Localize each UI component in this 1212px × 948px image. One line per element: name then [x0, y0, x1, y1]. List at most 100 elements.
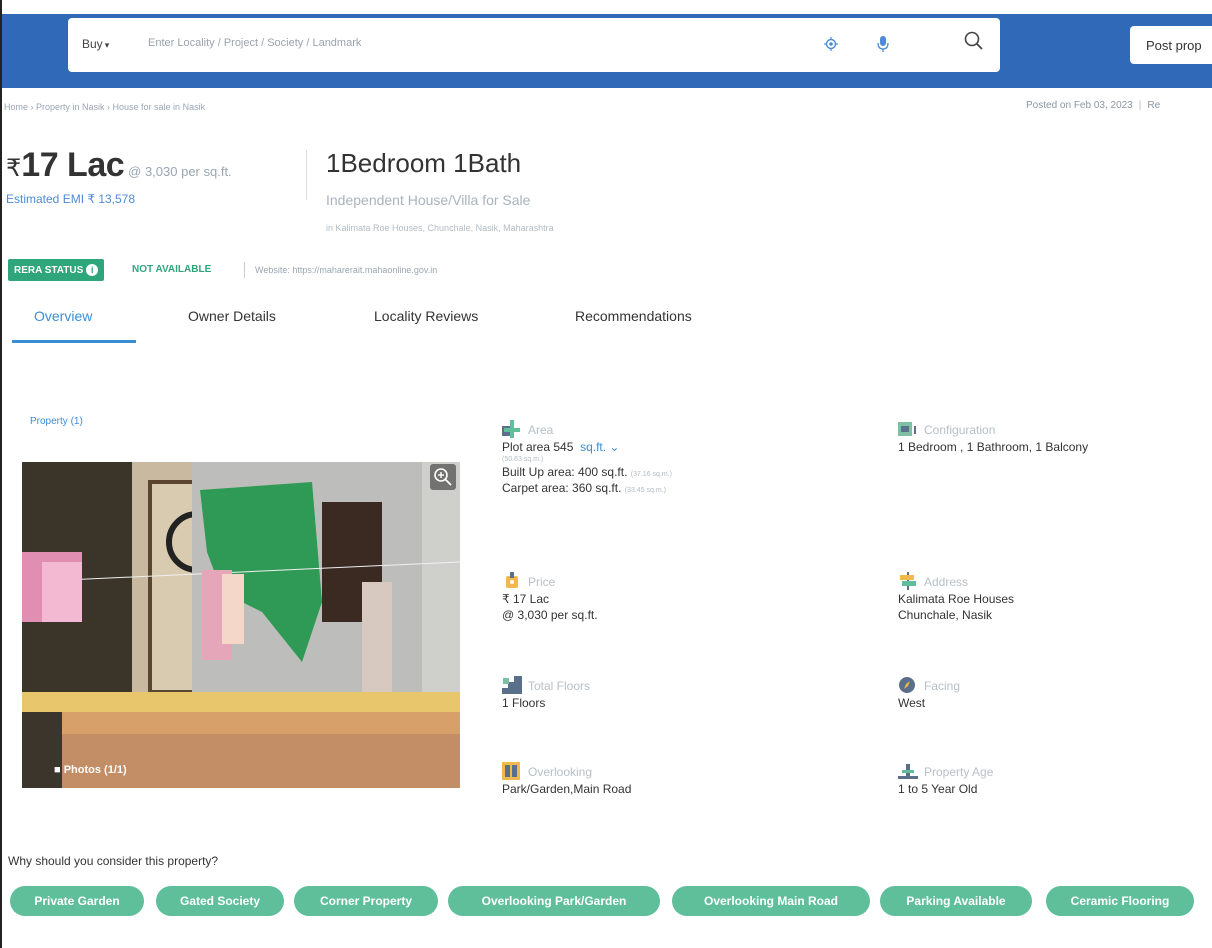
- compass-icon: [899, 677, 915, 693]
- detail-address-heading: Address: [898, 572, 1198, 590]
- floors-value: 1 Floors: [502, 696, 546, 710]
- section-tabs: Overview Owner Details Locality Reviews …: [12, 300, 1212, 344]
- info-icon[interactable]: i: [86, 264, 99, 276]
- detail-address: Address Kalimata Roe Houses Chunchale, N…: [898, 572, 1198, 622]
- divider: [244, 262, 245, 278]
- floors-label: Total Floors: [528, 679, 591, 693]
- property-count: Property (1): [30, 416, 83, 427]
- image-icon: ■: [54, 764, 64, 776]
- property-type: Independent House/Villa for Sale: [326, 192, 531, 208]
- active-tab-indicator: [12, 340, 136, 343]
- rera-website[interactable]: Website: https://maharerait.mahaonline.g…: [255, 265, 437, 275]
- buy-dropdown[interactable]: Buy ▾: [82, 37, 109, 51]
- tab-owner-details[interactable]: Owner Details: [188, 308, 276, 324]
- price-value: ₹ 17 Lac: [502, 592, 549, 606]
- property-page: Buy ▾ Enter Locality / Project / Society …: [0, 0, 1212, 948]
- floors-icon: [502, 676, 522, 694]
- detail-floors-heading: Total Floors: [502, 676, 802, 694]
- divider: [306, 150, 307, 200]
- configuration-label: Configuration: [924, 423, 996, 437]
- microphone-icon[interactable]: [876, 35, 890, 53]
- plot-area-value: Plot area 545: [502, 440, 574, 454]
- tab-overview[interactable]: Overview: [34, 308, 92, 324]
- hourglass-icon: [898, 764, 918, 779]
- photos-count-button[interactable]: ■ Photos (1/1): [54, 764, 127, 776]
- tab-recommendations[interactable]: Recommendations: [575, 308, 692, 324]
- overlooking-value: Park/Garden,Main Road: [502, 782, 632, 796]
- chevron-down-icon: ▾: [104, 40, 110, 50]
- location-target-icon[interactable]: [824, 37, 838, 51]
- detail-age-heading: Property Age: [898, 762, 1198, 780]
- built-up-area: Built Up area: 400 sq.ft. (37.16 sq.m.): [502, 465, 802, 479]
- address-line-2: Chunchale, Nasik: [898, 608, 993, 622]
- property-photo-image: [22, 462, 460, 788]
- plot-area-sqm: (50.63 sq.m.): [502, 456, 544, 463]
- age-value: 1 to 5 Year Old: [898, 782, 978, 796]
- detail-configuration: Configuration 1 Bedroom , 1 Bathroom, 1 …: [898, 420, 1198, 454]
- feature-tag[interactable]: Overlooking Main Road: [672, 886, 870, 916]
- built-up-sqm: (37.16 sq.m.): [630, 471, 672, 478]
- detail-overlooking: Overlooking Park/Garden,Main Road: [502, 762, 802, 796]
- price-per-sqft: @ 3,030 per sq.ft.: [128, 164, 232, 179]
- feature-tag[interactable]: Overlooking Park/Garden: [448, 886, 660, 916]
- configuration-value: 1 Bedroom , 1 Bathroom, 1 Balcony: [898, 440, 1089, 454]
- feature-tag[interactable]: Corner Property: [294, 886, 438, 916]
- rera-status-badge: RERA STATUS i: [8, 259, 105, 281]
- detail-configuration-heading: Configuration: [898, 420, 1198, 438]
- detail-price: Price ₹ 17 Lac @ 3,030 per sq.ft.: [502, 572, 802, 622]
- detail-overlooking-heading: Overlooking: [502, 762, 802, 780]
- posted-separator: |: [1138, 100, 1142, 111]
- posted-extra[interactable]: Re: [1147, 100, 1160, 111]
- unit-label: sq.ft.: [580, 440, 607, 454]
- carpet-sqm: (33.45 sq.m.): [624, 487, 666, 494]
- price-block: ₹17 Lac @ 3,030 per sq.ft.: [6, 146, 232, 185]
- address-label: Address: [924, 575, 969, 589]
- listing-title: 1Bedroom 1Bath: [326, 148, 522, 178]
- detail-area: Area Plot area 545 sq.ft. ⌄ (50.63 sq.m.…: [502, 420, 802, 495]
- search-box[interactable]: Buy ▾ Enter Locality / Project / Society …: [68, 18, 1000, 72]
- property-photo[interactable]: [22, 462, 460, 788]
- header-top-strip: [0, 0, 1212, 14]
- tab-locality-reviews[interactable]: Locality Reviews: [374, 308, 478, 324]
- facing-value: West: [898, 696, 926, 710]
- detail-total-floors: Total Floors 1 Floors: [502, 676, 802, 710]
- rera-status-value: NOT AVAILABLE: [132, 264, 212, 275]
- frame-border: [0, 0, 2, 948]
- why-consider-heading: Why should you consider this property?: [8, 854, 219, 868]
- price-per-value: @ 3,030 per sq.ft.: [502, 608, 598, 622]
- breadcrumb[interactable]: Home › Property in Nasik › House for sal…: [4, 102, 205, 112]
- price-tag-icon: [506, 572, 518, 588]
- window-icon: [502, 762, 520, 780]
- detail-facing-heading: Facing: [898, 676, 1198, 694]
- currency-symbol: ₹: [6, 155, 22, 182]
- facing-label: Facing: [924, 679, 961, 693]
- photos-count-label: Photos (1/1): [63, 764, 127, 776]
- buy-label: Buy: [82, 37, 103, 51]
- feature-tag[interactable]: Parking Available: [880, 886, 1032, 916]
- configuration-icon: [898, 422, 916, 436]
- top-search-bar: Buy ▾ Enter Locality / Project / Society …: [0, 0, 1212, 88]
- age-label: Property Age: [924, 765, 994, 779]
- search-input[interactable]: Enter Locality / Project / Society / Lan…: [148, 37, 361, 49]
- signpost-icon: [900, 572, 916, 590]
- unit-dropdown[interactable]: sq.ft. ⌄: [580, 440, 619, 454]
- carpet-value: Carpet area: 360 sq.ft.: [502, 481, 622, 495]
- feature-tag[interactable]: Ceramic Flooring: [1046, 886, 1194, 916]
- emi-link[interactable]: Estimated EMI ₹ 13,578: [6, 192, 135, 206]
- detail-price-heading: Price: [502, 572, 802, 590]
- post-property-button[interactable]: Post prop: [1130, 26, 1212, 64]
- price-label: Price: [528, 575, 556, 589]
- carpet-area: Carpet area: 360 sq.ft. (33.45 sq.m.): [502, 481, 802, 495]
- search-icon[interactable]: [963, 30, 985, 52]
- address-line-1: Kalimata Roe Houses: [898, 592, 1015, 606]
- overlooking-label: Overlooking: [528, 765, 593, 779]
- plot-area: Plot area 545 sq.ft. ⌄: [502, 440, 802, 454]
- area-label: Area: [528, 423, 554, 437]
- zoom-in-icon[interactable]: [430, 464, 456, 490]
- chevron-down-icon: ⌄: [609, 440, 620, 454]
- built-up-value: Built Up area: 400 sq.ft.: [502, 465, 628, 479]
- feature-tag[interactable]: Gated Society: [156, 886, 284, 916]
- feature-tag[interactable]: Private Garden: [10, 886, 144, 916]
- area-icon: [502, 420, 520, 438]
- posted-date: Posted on Feb 03, 2023 | Re: [1026, 100, 1160, 111]
